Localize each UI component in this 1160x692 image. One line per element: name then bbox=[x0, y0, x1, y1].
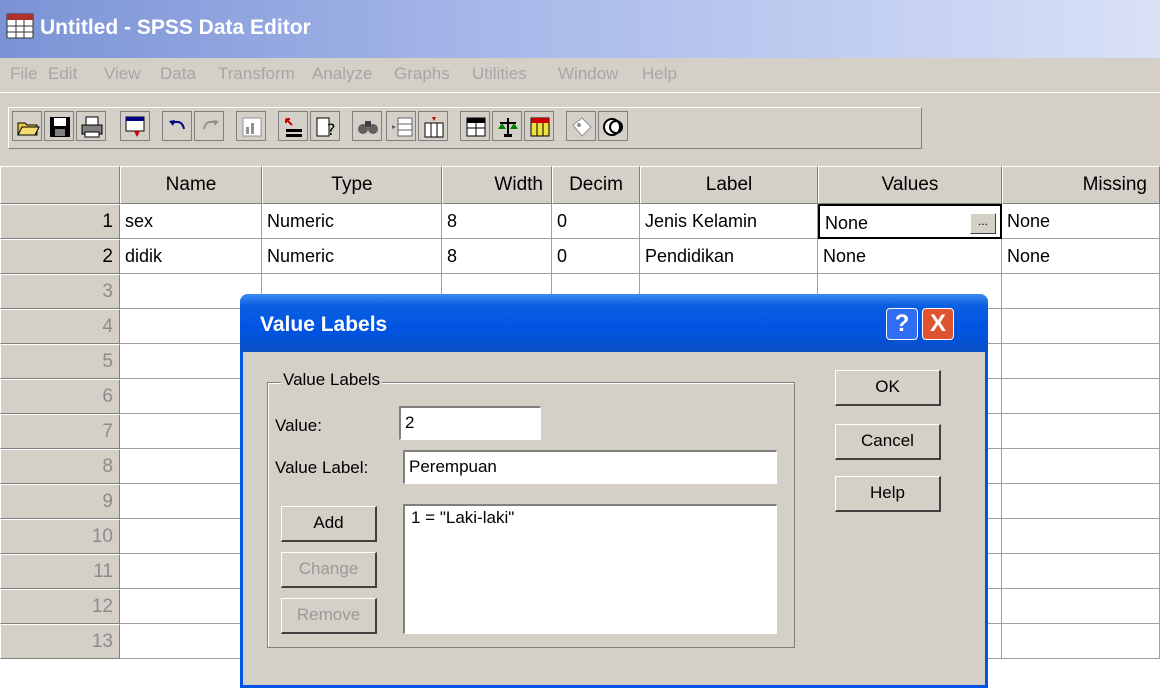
value-input[interactable]: 2 bbox=[399, 406, 541, 440]
cell-type[interactable]: Numeric bbox=[262, 239, 442, 274]
column-header-missing[interactable]: Missing bbox=[1002, 166, 1160, 204]
cell-width[interactable]: 8 bbox=[442, 239, 552, 274]
cell-label[interactable]: Pendidikan bbox=[640, 239, 818, 274]
row-header[interactable]: 7 bbox=[0, 414, 120, 449]
dialog-title-bar: Value Labels ? X bbox=[240, 294, 988, 352]
use-sets-icon[interactable] bbox=[598, 111, 628, 141]
cell-label[interactable]: Jenis Kelamin bbox=[640, 204, 818, 239]
empty-cell[interactable] bbox=[1002, 274, 1160, 309]
variables-icon[interactable]: ? bbox=[310, 111, 340, 141]
window-title: Untitled - SPSS Data Editor bbox=[40, 16, 311, 39]
value-labels-list[interactable]: 1 = "Laki-laki" bbox=[403, 504, 777, 634]
row-header[interactable]: 3 bbox=[0, 274, 120, 309]
remove-button[interactable]: Remove bbox=[281, 598, 377, 634]
menu-utilities[interactable]: Utilities bbox=[472, 64, 527, 84]
insert-cases-icon[interactable] bbox=[386, 111, 416, 141]
goto-case-icon[interactable] bbox=[278, 111, 308, 141]
column-header-decimals[interactable]: Decim bbox=[552, 166, 640, 204]
select-cases-icon[interactable] bbox=[524, 111, 554, 141]
column-header-width[interactable]: Width bbox=[442, 166, 552, 204]
value-field-label: Value: bbox=[275, 416, 322, 435]
row-header[interactable]: 5 bbox=[0, 344, 120, 379]
row-header[interactable]: 6 bbox=[0, 379, 120, 414]
row-header[interactable]: 10 bbox=[0, 519, 120, 554]
row-header[interactable]: 11 bbox=[0, 554, 120, 589]
list-item[interactable]: 1 = "Laki-laki" bbox=[411, 508, 770, 528]
ok-button[interactable]: OK bbox=[835, 370, 941, 406]
undo-icon[interactable] bbox=[162, 111, 192, 141]
row-header[interactable]: 1 bbox=[0, 204, 120, 239]
svg-text:?: ? bbox=[327, 120, 336, 139]
dialog-help-icon[interactable]: ? bbox=[886, 308, 918, 340]
cell-width[interactable]: 8 bbox=[442, 204, 552, 239]
close-icon[interactable]: X bbox=[922, 308, 954, 340]
cancel-button[interactable]: Cancel bbox=[835, 424, 941, 460]
empty-cell[interactable] bbox=[1002, 414, 1160, 449]
values-ellipsis-button[interactable]: ... bbox=[970, 213, 996, 234]
cell-values-text: None bbox=[825, 213, 869, 233]
row-header[interactable]: 13 bbox=[0, 624, 120, 659]
empty-cell[interactable] bbox=[1002, 484, 1160, 519]
column-header-values[interactable]: Values bbox=[818, 166, 1002, 204]
split-file-icon[interactable] bbox=[460, 111, 490, 141]
menu-help[interactable]: Help bbox=[642, 64, 677, 84]
menu-view[interactable]: View bbox=[104, 64, 141, 84]
row-header[interactable]: 4 bbox=[0, 309, 120, 344]
row-header[interactable]: 9 bbox=[0, 484, 120, 519]
menu-window[interactable]: Window bbox=[558, 64, 618, 84]
row-header[interactable]: 12 bbox=[0, 589, 120, 624]
spss-app-icon bbox=[6, 13, 34, 39]
empty-cell[interactable] bbox=[1002, 309, 1160, 344]
menu-graphs[interactable]: Graphs bbox=[394, 64, 450, 84]
find-icon[interactable] bbox=[352, 111, 382, 141]
cell-missing[interactable]: None bbox=[1002, 239, 1160, 274]
cell-decimals[interactable]: 0 bbox=[552, 204, 640, 239]
column-header-label[interactable]: Label bbox=[640, 166, 818, 204]
value-labels-icon[interactable] bbox=[566, 111, 596, 141]
cell-values-selected[interactable]: None ... bbox=[818, 204, 1002, 239]
value-label-field-label: Value Label: bbox=[275, 458, 369, 477]
column-header-name[interactable]: Name bbox=[120, 166, 262, 204]
column-header-type[interactable]: Type bbox=[262, 166, 442, 204]
value-labels-dialog: Value Labels ? X Value Labels Value: 2 V… bbox=[240, 294, 988, 688]
add-button[interactable]: Add bbox=[281, 506, 377, 542]
weight-cases-icon[interactable] bbox=[492, 111, 522, 141]
change-button[interactable]: Change bbox=[281, 552, 377, 588]
redo-icon[interactable] bbox=[194, 111, 224, 141]
open-folder-icon[interactable] bbox=[12, 111, 42, 141]
row-header[interactable]: 2 bbox=[0, 239, 120, 274]
cell-decimals[interactable]: 0 bbox=[552, 239, 640, 274]
cell-type[interactable]: Numeric bbox=[262, 204, 442, 239]
empty-cell[interactable] bbox=[1002, 449, 1160, 484]
empty-cell[interactable] bbox=[1002, 344, 1160, 379]
empty-cell[interactable] bbox=[1002, 379, 1160, 414]
save-icon[interactable] bbox=[44, 111, 74, 141]
goto-chart-icon[interactable] bbox=[236, 111, 266, 141]
title-bar: Untitled - SPSS Data Editor bbox=[0, 0, 1160, 58]
cell-name[interactable]: didik bbox=[120, 239, 262, 274]
empty-cell[interactable] bbox=[1002, 624, 1160, 659]
cell-name[interactable]: sex bbox=[120, 204, 262, 239]
menu-bar: File Edit View Data Transform Analyze Gr… bbox=[0, 58, 1160, 92]
empty-cell[interactable] bbox=[1002, 554, 1160, 589]
groupbox-label: Value Labels bbox=[281, 370, 383, 390]
menu-edit[interactable]: Edit bbox=[48, 64, 77, 84]
empty-cell[interactable] bbox=[1002, 589, 1160, 624]
help-button[interactable]: Help bbox=[835, 476, 941, 512]
corner-header bbox=[0, 166, 120, 204]
menu-transform[interactable]: Transform bbox=[218, 64, 295, 84]
cell-values[interactable]: None bbox=[818, 239, 1002, 274]
print-icon[interactable] bbox=[76, 111, 106, 141]
menu-data[interactable]: Data bbox=[160, 64, 196, 84]
dialog-recall-icon[interactable] bbox=[120, 111, 150, 141]
menu-analyze[interactable]: Analyze bbox=[312, 64, 372, 84]
empty-cell[interactable] bbox=[1002, 519, 1160, 554]
menu-file[interactable]: File bbox=[10, 64, 37, 84]
insert-variable-icon[interactable] bbox=[418, 111, 448, 141]
dialog-title: Value Labels bbox=[260, 313, 388, 336]
cell-missing[interactable]: None bbox=[1002, 204, 1160, 239]
row-header[interactable]: 8 bbox=[0, 449, 120, 484]
value-label-input[interactable]: Perempuan bbox=[403, 450, 777, 484]
